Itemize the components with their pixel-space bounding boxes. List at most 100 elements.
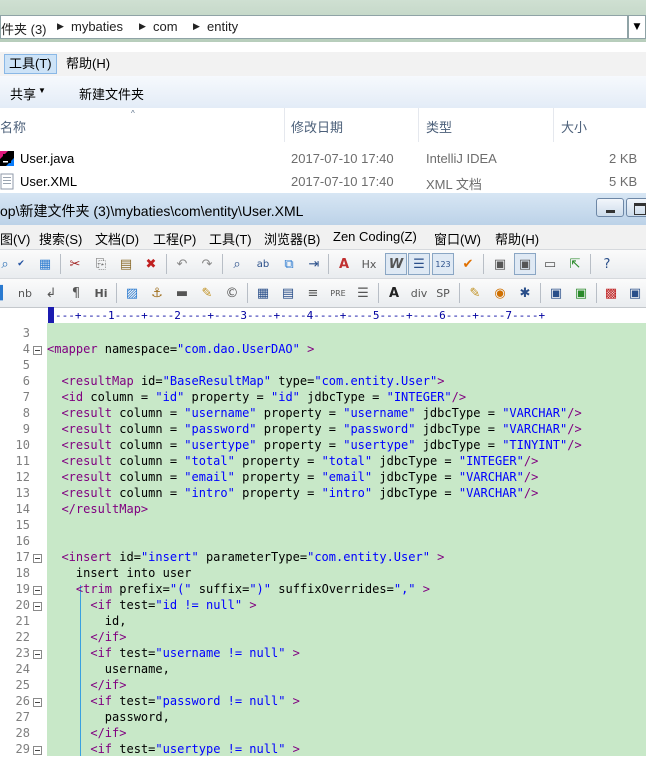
pre-button[interactable]: PRE [327,282,349,304]
find-icon[interactable]: ⌕ [226,253,248,275]
column-size[interactable]: 大小 [561,117,587,136]
help-context-icon[interactable]: ? [596,253,618,275]
breadcrumb-item[interactable]: 件夹 (3) [1,19,47,38]
find-in-files-icon[interactable]: ⧉ [278,253,300,275]
syntax-check-icon[interactable]: ✔ [457,253,479,275]
column-divider[interactable] [553,108,554,142]
script-icon[interactable]: ▣ [570,282,592,304]
style-icon[interactable]: ✱ [514,282,536,304]
code-token: <if [90,646,120,660]
menu-view[interactable]: 图(V) [0,229,30,248]
file-panel-icon[interactable]: ▣ [489,253,511,275]
indent-guide-icon[interactable]: ☰ [408,253,430,275]
list-icon[interactable]: ☰ [352,282,374,304]
div-button[interactable]: div [408,282,430,304]
line-number-gutter[interactable]: 3 4 5 6 7 8 9 10 11 12 13 14 15 16 17 18 19 20 21 22 23 24 25 2… [0,323,47,756]
html-toolbar-menu-icon[interactable]: ▌ [0,282,14,304]
form-icon[interactable]: ▤ [277,282,299,304]
highlight-icon[interactable]: ✎ [196,282,218,304]
redo-icon[interactable]: ↷ [196,253,218,275]
nbsp-button[interactable]: nb [14,282,36,304]
fold-toggle-icon[interactable] [33,346,42,355]
hex-icon[interactable]: Hx [358,253,380,275]
column-type[interactable]: 类型 [426,117,452,136]
copyright-icon[interactable]: © [221,282,243,304]
menu-tools[interactable]: 工具(T) [209,229,252,248]
restore-button[interactable] [626,198,646,217]
line-break-icon[interactable]: ↲ [40,282,62,304]
heading-button[interactable]: Hi [90,282,112,304]
goto-line-icon[interactable]: ⇥ [303,253,325,275]
code-token: jdbcType = [372,470,459,484]
code-editor[interactable]: <mapper namespace="com.dao.UserDAO" > <r… [47,323,646,756]
fold-toggle-icon[interactable] [33,602,42,611]
breadcrumb-item[interactable]: mybaties [71,19,123,34]
horizontal-rule-icon[interactable]: ▬ [171,282,193,304]
address-bar[interactable]: 件夹 (3) ▶ mybaties ▶ com ▶ entity [0,15,628,39]
toolbar-separator [222,254,223,274]
color-picker-icon[interactable]: ◉ [489,282,511,304]
code-token: column = [119,422,185,436]
cut-icon[interactable]: ✂ [64,253,86,275]
menu-help[interactable]: 帮助(H) [62,54,114,74]
fold-toggle-icon[interactable] [33,586,42,595]
column-modified[interactable]: 修改日期 [291,117,343,136]
code-line: </if> [47,629,126,645]
preview-icon[interactable]: ▣ [624,282,646,304]
breadcrumb-arrow-icon[interactable]: ▶ [193,21,200,32]
paste-icon[interactable]: ▤ [115,253,137,275]
font-tag-icon[interactable]: A [383,282,405,304]
paragraph-icon[interactable]: ¶ [65,282,87,304]
browser-preview-icon[interactable]: ⇱ [564,253,586,275]
menu-zen-coding[interactable]: Zen Coding(Z) [333,229,417,244]
menu-search[interactable]: 搜索(S) [39,229,82,248]
share-button[interactable]: 共享 [10,84,36,103]
delete-icon[interactable]: ✖ [140,253,162,275]
fold-toggle-icon[interactable] [33,698,42,707]
image-icon[interactable]: ▨ [121,282,143,304]
column-divider[interactable] [418,108,419,142]
font-icon[interactable]: A [333,253,355,275]
chevron-down-icon[interactable]: ▼ [38,86,46,95]
menu-tools[interactable]: 工具(T) [4,54,57,74]
address-dropdown-icon[interactable]: ▼ [628,15,646,39]
fold-toggle-icon[interactable] [33,554,42,563]
align-center-icon[interactable]: ≡ [302,282,324,304]
word-wrap-icon[interactable]: W [385,253,407,275]
replace-icon[interactable]: ab [252,253,274,275]
fold-toggle-icon[interactable] [33,650,42,659]
breadcrumb-arrow-icon[interactable]: ▶ [57,21,64,32]
menu-document[interactable]: 文档(D) [95,229,139,248]
file-row[interactable]: User.java 2017-07-10 17:40 IntelliJ IDEA… [0,148,646,170]
menu-window[interactable]: 窗口(W) [434,229,481,248]
document-properties-icon[interactable]: ▦ [34,253,56,275]
table-icon[interactable]: ▦ [252,282,274,304]
palette-icon[interactable]: ▩ [600,282,622,304]
menu-help[interactable]: 帮助(H) [495,229,539,248]
code-snippet-icon[interactable]: ▣ [545,282,567,304]
menu-browser[interactable]: 浏览器(B) [264,229,320,248]
file-row[interactable]: User.XML 2017-07-10 17:40 XML 文档 5 KB [0,171,646,193]
breadcrumb-item[interactable]: com [153,19,178,34]
breadcrumb-arrow-icon[interactable]: ▶ [139,21,146,32]
spellcheck-icon[interactable]: ✔ [10,253,32,275]
column-divider[interactable] [284,108,285,142]
span-button[interactable]: SP [432,282,454,304]
code-token: "VARCHAR" [502,422,568,436]
menu-project[interactable]: 工程(P) [153,229,196,248]
breadcrumb-item[interactable]: entity [207,19,238,34]
fold-toggle-icon[interactable] [33,746,42,755]
line-numbers-icon[interactable]: 123 [432,253,454,275]
copy-icon[interactable]: ⎘ [90,253,112,275]
minimize-button[interactable] [596,198,624,217]
toolbar-separator [166,254,167,274]
line-number: 27 [15,710,30,724]
anchor-icon[interactable]: ⚓ [146,282,168,304]
column-name[interactable]: 名称 [0,117,26,136]
clip-panel-icon[interactable]: ▭ [539,253,561,275]
edit-tag-icon[interactable]: ✎ [464,282,486,304]
new-folder-button[interactable]: 新建文件夹 [79,84,144,103]
file-type: IntelliJ IDEA [426,151,497,166]
output-panel-icon[interactable]: ▣ [514,253,536,275]
undo-icon[interactable]: ↶ [171,253,193,275]
